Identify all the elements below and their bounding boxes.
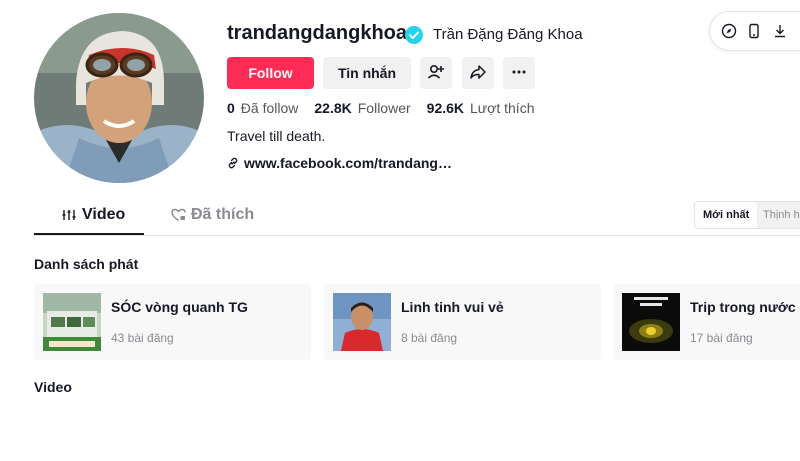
heart-lock-icon (171, 208, 186, 222)
sort-option-newest[interactable]: Mới nhất (695, 202, 758, 228)
nickname: Trần Đặng Đăng Khoa (433, 26, 583, 43)
username: trandangdangkhoa (227, 22, 408, 44)
message-button[interactable]: Tin nhắn (323, 57, 411, 89)
stat-number: 0 (227, 100, 235, 116)
sort-option-popular[interactable]: Thịnh hành (755, 202, 800, 228)
quick-actions-bar (709, 11, 800, 51)
playlist-count: 43 bài đăng (111, 331, 174, 345)
playlist-thumbnail (43, 293, 101, 351)
verified-badge-icon (405, 26, 423, 44)
tab-video-label: Video (82, 206, 126, 223)
stat-number: 22.8K (314, 100, 352, 116)
playlist-card[interactable]: Linh tinh vui vẻ 8 bài đăng (324, 284, 601, 360)
playlist-name: SÓC vòng quanh TG (111, 299, 248, 315)
tab-video[interactable]: Video (62, 206, 125, 224)
playlist-thumbnail (333, 293, 391, 351)
profile-stats: 0 Đã follow 22.8K Follower 92.6K Lượt th… (227, 100, 551, 116)
tab-liked-label: Đã thích (191, 206, 255, 223)
add-friend-icon (427, 63, 445, 84)
stat-label: Đã follow (240, 100, 299, 116)
tab-liked[interactable]: Đã thích (171, 206, 254, 224)
playlist-thumbnail (622, 293, 680, 351)
playlist-name: Linh tinh vui vẻ (401, 299, 504, 315)
follow-button[interactable]: Follow (227, 57, 314, 89)
videos-heading: Video (34, 379, 72, 395)
link-icon (228, 157, 238, 169)
share-button[interactable] (462, 57, 494, 89)
stat-label: Follower (357, 100, 411, 116)
more-button[interactable] (503, 57, 535, 89)
phone-icon[interactable] (746, 23, 762, 39)
playlists-heading: Danh sách phát (34, 256, 139, 272)
playlist-count: 17 bài đăng (690, 331, 753, 345)
share-icon (469, 63, 487, 84)
playlist-name: Trip trong nước (690, 299, 796, 315)
stat-followers[interactable]: 22.8K Follower (314, 100, 410, 116)
profile-link-text[interactable]: www.facebook.com/trandang… (244, 155, 452, 171)
more-icon (510, 63, 528, 84)
profile-link[interactable]: www.facebook.com/trandang… (227, 155, 452, 171)
playlist-card[interactable]: Trip trong nước 17 bài đăng (613, 284, 800, 360)
add-friend-button[interactable] (420, 57, 452, 89)
stat-label: Lượt thích (470, 100, 535, 116)
avatar[interactable] (34, 13, 204, 183)
download-icon[interactable] (772, 23, 788, 39)
stat-following[interactable]: 0 Đã follow (227, 100, 298, 116)
playlist-card[interactable]: SÓC vòng quanh TG 43 bài đăng (34, 284, 311, 360)
video-grid-icon (62, 210, 76, 220)
playlist-count: 8 bài đăng (401, 331, 458, 345)
compass-icon[interactable] (721, 23, 737, 39)
bio: Travel till death. (227, 128, 326, 144)
sort-toggle: Mới nhất Thịnh hành (694, 201, 800, 229)
stat-number: 92.6K (426, 100, 465, 116)
stat-likes: 92.6K Lượt thích (427, 100, 535, 116)
tabs-divider (34, 235, 800, 236)
